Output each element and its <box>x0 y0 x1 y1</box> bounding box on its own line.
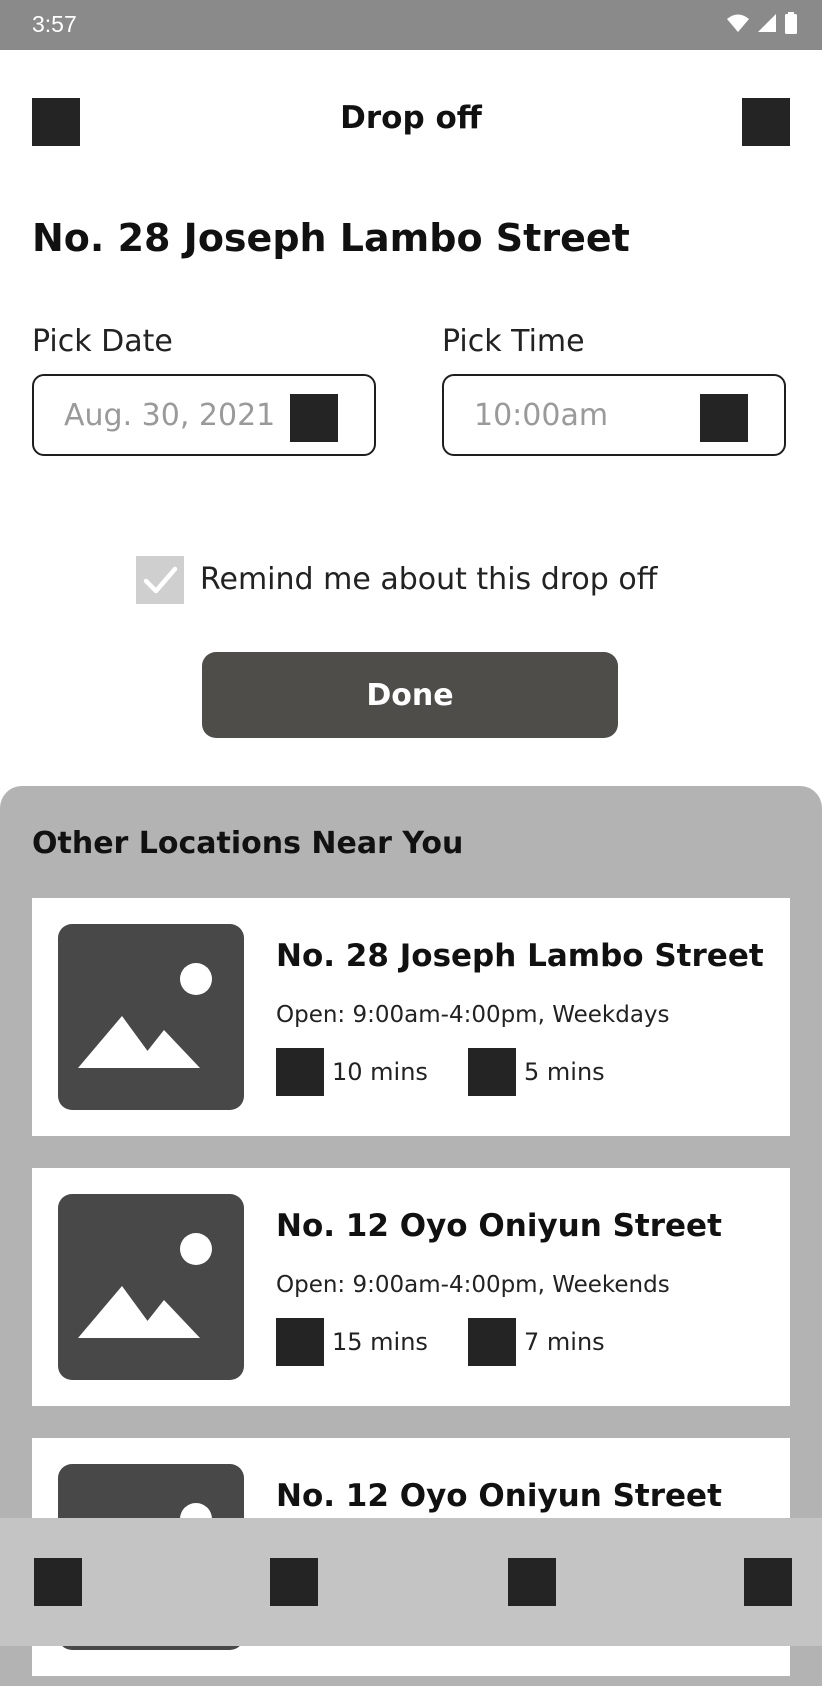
distance-icon <box>276 1048 324 1096</box>
nav-home-icon[interactable] <box>34 1558 82 1606</box>
signal-icon <box>758 14 776 32</box>
location-card[interactable]: No. 12 Oyo Oniyun Street Open: 9:00am-4:… <box>32 1168 790 1406</box>
pick-time-field[interactable]: 10:00am <box>442 374 786 456</box>
remind-checkbox[interactable] <box>136 556 184 604</box>
pick-time-value: 10:00am <box>474 398 609 433</box>
done-button[interactable]: Done <box>202 652 618 738</box>
battery-icon <box>785 12 797 34</box>
nav-profile-icon[interactable] <box>744 1558 792 1606</box>
page-title: Drop off <box>340 100 482 136</box>
location-name: No. 28 Joseph Lambo Street <box>276 938 764 974</box>
nav-map-icon[interactable] <box>270 1558 318 1606</box>
checkmark-icon <box>143 566 178 594</box>
selected-address: No. 28 Joseph Lambo Street <box>32 216 630 260</box>
time-text: 5 mins <box>524 1058 605 1086</box>
bottom-nav <box>0 1518 822 1646</box>
pick-date-label: Pick Date <box>32 324 173 359</box>
distance-text: 10 mins <box>332 1058 428 1086</box>
location-hours: Open: 9:00am-4:00pm, Weekdays <box>276 1002 670 1028</box>
image-placeholder-icon <box>58 924 244 1110</box>
time-icon <box>468 1048 516 1096</box>
distance-text: 15 mins <box>332 1328 428 1356</box>
calendar-icon[interactable] <box>290 394 338 442</box>
pick-time-label: Pick Time <box>442 324 585 359</box>
location-name: No. 12 Oyo Oniyun Street <box>276 1478 722 1514</box>
time-text: 7 mins <box>524 1328 605 1356</box>
clock-icon[interactable] <box>700 394 748 442</box>
menu-icon[interactable] <box>742 98 790 146</box>
status-icons <box>726 12 798 34</box>
nav-history-icon[interactable] <box>508 1558 556 1606</box>
remind-label: Remind me about this drop off <box>200 562 658 597</box>
time-icon <box>468 1318 516 1366</box>
location-card[interactable]: No. 28 Joseph Lambo Street Open: 9:00am-… <box>32 898 790 1136</box>
location-name: No. 12 Oyo Oniyun Street <box>276 1208 722 1244</box>
distance-icon <box>276 1318 324 1366</box>
status-time: 3:57 <box>32 11 77 37</box>
image-placeholder-icon <box>58 1194 244 1380</box>
pick-date-field[interactable]: Aug. 30, 2021 <box>32 374 376 456</box>
pick-date-value: Aug. 30, 2021 <box>64 398 276 433</box>
wifi-icon <box>727 14 749 32</box>
status-bar: 3:57 <box>0 0 822 50</box>
nearby-title: Other Locations Near You <box>32 826 464 861</box>
location-hours: Open: 9:00am-4:00pm, Weekends <box>276 1272 670 1298</box>
